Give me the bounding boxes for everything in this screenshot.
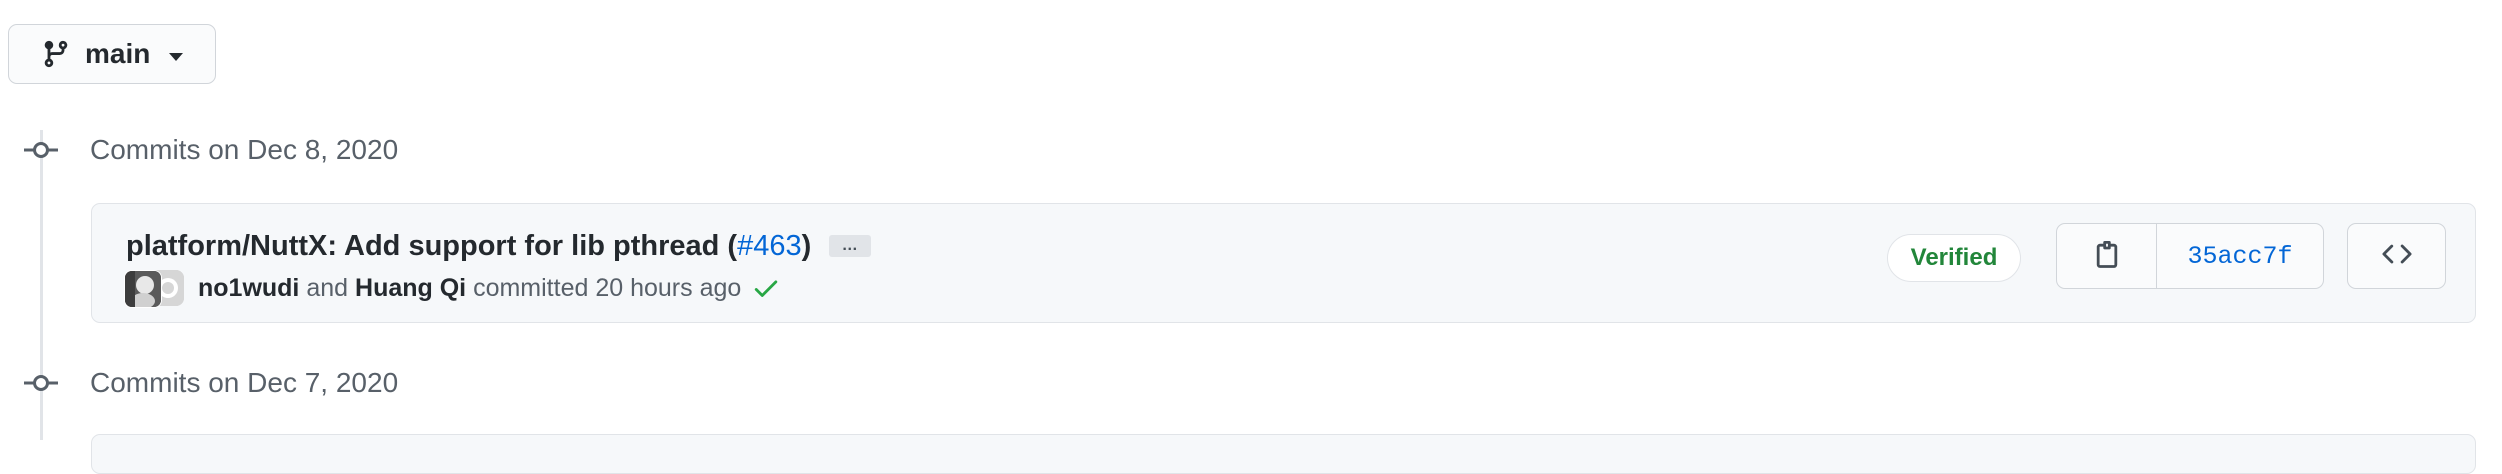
author-connector: and <box>306 273 349 302</box>
check-icon[interactable] <box>751 273 781 303</box>
commit-title-row: platform/NuttX: Add support for lib pthr… <box>126 226 872 266</box>
verified-badge[interactable]: Verified <box>1887 234 2021 282</box>
commit-group-title: Commits on Dec 7, 2020 <box>90 367 399 398</box>
expand-message-button[interactable]: … <box>829 235 872 257</box>
commit-meta: no1wudi and Huang Qi committed 20 hours … <box>124 268 781 308</box>
code-icon <box>2380 239 2414 274</box>
commit-item: platform/NuttX: Add support for lib pthr… <box>91 203 2476 323</box>
browse-repository-button[interactable] <box>2347 223 2446 289</box>
committer-link[interactable]: Huang Qi <box>355 274 466 302</box>
commit-group-title: Commits on Dec 8, 2020 <box>90 134 399 165</box>
clipboard-icon <box>2094 239 2120 274</box>
git-commit-icon <box>24 140 58 160</box>
commit-message-close: ) <box>801 229 812 262</box>
committed-time: committed 20 hours ago <box>473 273 742 302</box>
git-branch-icon <box>41 39 71 69</box>
branch-name: main <box>85 38 151 69</box>
triangle-down-icon <box>168 49 184 61</box>
author-link[interactable]: no1wudi <box>198 274 299 302</box>
commit-group-header: Commits on Dec 7, 2020 <box>24 363 398 403</box>
commit-group-header: Commits on Dec 8, 2020 <box>24 130 398 170</box>
commit-sha-group: 35acc7f <box>2056 223 2324 289</box>
commit-message[interactable]: platform/NuttX: Add support for lib pthr… <box>126 230 737 262</box>
copy-sha-button[interactable] <box>2057 224 2157 288</box>
avatar[interactable] <box>124 270 162 308</box>
avatar-stack <box>124 268 188 308</box>
pull-request-link[interactable]: #463 <box>737 230 802 262</box>
commit-sha-link[interactable]: 35acc7f <box>2157 224 2323 288</box>
branch-select-button[interactable]: main <box>8 24 216 84</box>
commit-item <box>91 434 2476 474</box>
commit-attribution: no1wudi and Huang Qi committed 20 hours … <box>198 274 741 303</box>
git-commit-icon <box>24 373 58 393</box>
commit-title[interactable]: platform/NuttX: Add support for lib pthr… <box>126 230 811 263</box>
